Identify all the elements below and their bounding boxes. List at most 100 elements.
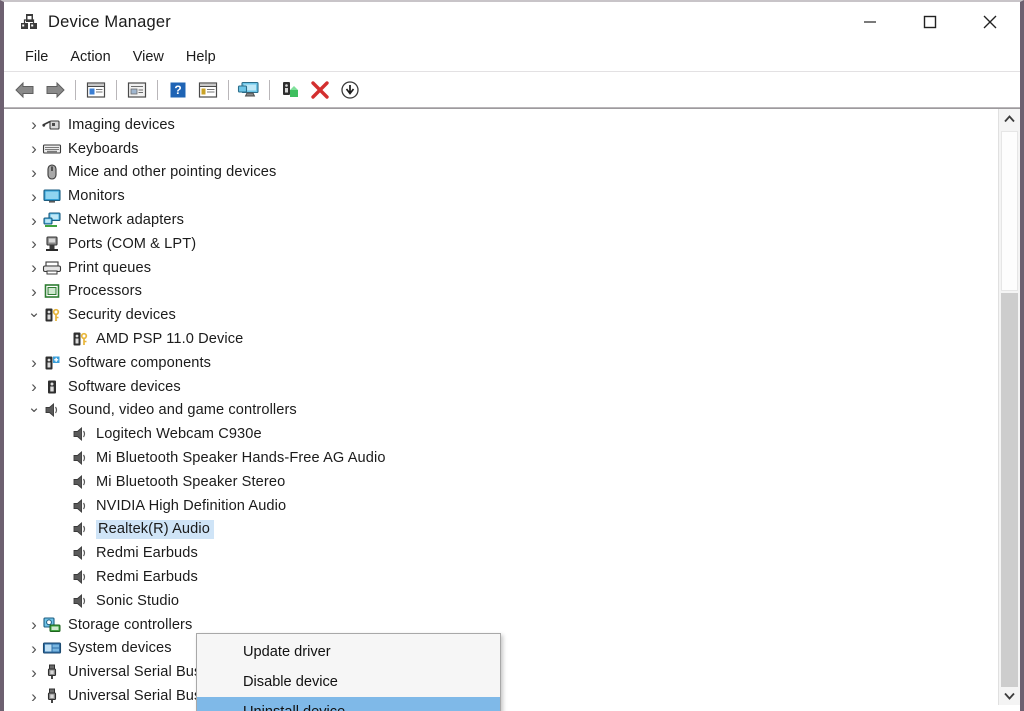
toolbar-separator [269,79,270,100]
tree-item[interactable]: Software components [4,351,998,375]
tree-item-label: Mi Bluetooth Speaker Stereo [96,473,286,490]
scrollbar-track[interactable] [1001,293,1018,687]
context-menu[interactable]: Update driver Disable device Uninstall dev… [196,633,501,711]
menu-help[interactable]: Help [175,46,227,68]
context-menu-item[interactable]: Update driver [197,637,500,667]
chevron-down-icon[interactable] [26,308,42,323]
properties-icon[interactable] [122,76,152,104]
help-icon[interactable]: ? [163,76,193,104]
tree-item[interactable]: AMD PSP 11.0 Device [4,327,998,351]
tree-item-label: Imaging devices [68,116,175,133]
tree-item[interactable]: Sound, video and game controllers [4,399,998,423]
chevron-right-icon[interactable] [26,116,42,133]
device-manager-window: Device Manager File Action View Help ? ›… [0,0,1024,711]
chevron-right-icon[interactable] [26,354,42,371]
tree-item-label: Redmi Earbuds [96,545,198,562]
chevron-down-icon[interactable] [999,687,1020,705]
tree-item[interactable]: Processors [4,280,998,304]
sound-icon [67,518,92,541]
tree-item[interactable]: Universal Serial Bus controllers [4,660,998,684]
tree-item-selected[interactable]: Realtek(R) Audio [4,518,998,542]
network-adapter-icon [42,211,62,229]
device-manager-icon [18,11,40,33]
tree-item[interactable]: Sonic Studio [4,589,998,613]
sound-icon [70,473,90,491]
chevron-right-icon[interactable] [26,640,42,657]
tree-item-label: Software components [68,354,212,371]
tree-item[interactable]: Storage controllers [4,613,998,637]
tree-item[interactable]: Universal Serial Bus devices [4,684,998,705]
back-icon[interactable] [10,76,40,104]
close-button[interactable] [960,2,1020,42]
security-device-icon [70,330,90,348]
usb-icon [42,687,62,705]
processor-icon [42,282,62,300]
tree-item[interactable]: Mi Bluetooth Speaker Hands-Free AG Audio [4,446,998,470]
tree-item-label: Mice and other pointing devices [68,164,277,181]
sound-icon [70,544,90,562]
minimize-button[interactable] [840,2,900,42]
tree-item[interactable]: Logitech Webcam C930e [4,422,998,446]
tree-item[interactable]: Security devices [4,303,998,327]
tree-item[interactable]: NVIDIA High Definition Audio [4,494,998,518]
chevron-right-icon[interactable] [26,188,42,205]
vertical-scrollbar[interactable] [998,109,1020,705]
device-tree[interactable]: Imaging devices Keyboards Mice and other p… [4,109,998,705]
tree-item[interactable]: Ports (COM & LPT) [4,232,998,256]
imaging-device-icon [42,116,62,134]
menu-action[interactable]: Action [59,46,121,68]
chevron-right-icon[interactable] [26,664,42,681]
chevron-right-icon[interactable] [26,688,42,705]
tree-item[interactable]: Network adapters [4,208,998,232]
maximize-button[interactable] [900,2,960,42]
chevron-right-icon[interactable] [26,212,42,229]
tree-item[interactable]: Print queues [4,256,998,280]
chevron-right-icon[interactable] [26,259,42,276]
tree-item[interactable]: Mice and other pointing devices [4,161,998,185]
context-menu-item-label: Uninstall device [243,704,345,711]
tree-item[interactable]: System devices [4,637,998,661]
show-tree-icon[interactable] [81,76,111,104]
tree-item-label: Processors [68,283,142,300]
chevron-right-icon[interactable] [26,378,42,395]
chevron-right-icon[interactable] [26,164,42,181]
tree-item[interactable]: Software devices [4,375,998,399]
tree-item[interactable]: Keyboards [4,137,998,161]
uninstall-device-icon[interactable] [305,76,335,104]
chevron-right-icon[interactable] [26,616,42,633]
toolbar-separator [75,79,76,100]
usb-icon [42,663,62,681]
chevron-right-icon[interactable] [26,283,42,300]
disable-device-icon[interactable] [335,76,365,104]
tree-item-label: System devices [68,640,172,657]
title-bar: Device Manager [4,2,1020,42]
tree-item-label: Sound, video and game controllers [68,402,297,419]
tree-item-label: Realtek(R) Audio [96,519,214,539]
toolbar: ? [4,72,1020,108]
view-details-icon[interactable] [193,76,223,104]
tree-item[interactable]: Redmi Earbuds [4,541,998,565]
update-driver-icon[interactable] [275,76,305,104]
tree-item-label: AMD PSP 11.0 Device [96,331,244,348]
context-menu-item[interactable]: Disable device [197,667,500,697]
chevron-right-icon[interactable] [26,140,42,157]
tree-item-label: Mi Bluetooth Speaker Hands-Free AG Audio [96,450,386,467]
tree-item[interactable]: Imaging devices [4,113,998,137]
tree-pane: Imaging devices Keyboards Mice and other p… [4,108,1020,711]
chevron-down-icon[interactable] [26,403,42,418]
mouse-icon [42,163,62,181]
forward-icon[interactable] [40,76,70,104]
menu-file[interactable]: File [14,46,59,68]
system-device-icon [42,639,62,657]
scrollbar-thumb[interactable] [1001,131,1018,291]
window-controls [840,2,1020,42]
tree-item[interactable]: Mi Bluetooth Speaker Stereo [4,470,998,494]
security-device-icon [42,306,62,324]
scan-hardware-icon[interactable] [234,76,264,104]
tree-item[interactable]: Monitors [4,184,998,208]
menu-view[interactable]: View [122,46,175,68]
chevron-right-icon[interactable] [26,235,42,252]
chevron-up-icon[interactable] [999,109,1020,129]
tree-item[interactable]: Redmi Earbuds [4,565,998,589]
context-menu-item[interactable]: Uninstall device [197,697,500,711]
